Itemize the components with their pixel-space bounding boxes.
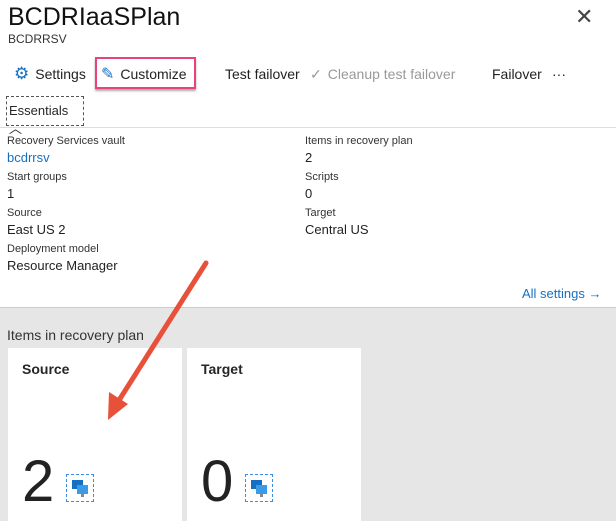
all-settings-link[interactable]: All settings → — [522, 286, 601, 301]
page-title: BCDRIaaSPlan — [8, 3, 181, 31]
target-tile[interactable]: Target 0 — [187, 348, 361, 528]
failover-label: Failover — [492, 66, 542, 82]
customize-label: Customize — [120, 66, 187, 82]
failover-button[interactable]: Failover — [492, 64, 542, 84]
field-label: Items in recovery plan — [305, 135, 413, 147]
cleanup-label: Cleanup test failover — [327, 66, 456, 82]
customize-button[interactable]: ✎ Customize — [101, 64, 187, 84]
virtual-machine-icon — [245, 474, 273, 502]
tile-title: Source — [22, 361, 70, 377]
cleanup-test-failover-button[interactable]: ✓ Cleanup test failover — [310, 64, 455, 84]
chevron-up-icon: ︿ — [9, 121, 23, 136]
section-heading: Items in recovery plan — [7, 327, 144, 343]
field-value: 1 — [7, 186, 15, 201]
test-failover-label: Test failover — [225, 66, 300, 82]
field-label: Deployment model — [7, 243, 99, 255]
field-label: Scripts — [305, 171, 339, 183]
vault-link[interactable]: bcdrrsv — [7, 150, 50, 165]
field-value: Resource Manager — [7, 258, 118, 273]
tile-count: 0 — [201, 449, 234, 514]
field-label: Target — [305, 207, 336, 219]
settings-button[interactable]: ⚙ Settings — [14, 64, 86, 84]
pencil-icon: ✎ — [101, 66, 115, 83]
gear-icon: ⚙ — [14, 64, 30, 83]
field-label: Source — [7, 207, 42, 219]
virtual-machine-icon — [66, 474, 94, 502]
settings-label: Settings — [35, 66, 86, 82]
check-icon: ✓ — [310, 65, 322, 82]
page-subtitle: BCDRRSV — [8, 32, 67, 46]
test-failover-button[interactable]: Test failover — [225, 64, 300, 84]
tile-count: 2 — [22, 449, 55, 514]
divider — [0, 127, 616, 128]
tile-title: Target — [201, 361, 243, 377]
source-tile[interactable]: Source 2 — [8, 348, 182, 528]
field-label: Start groups — [7, 171, 67, 183]
field-label: Recovery Services vault — [7, 135, 125, 147]
essentials-toggle[interactable]: Essentials ︿ — [6, 96, 84, 136]
field-value: 0 — [305, 186, 313, 201]
essentials-label: Essentials — [9, 103, 69, 118]
more-button[interactable]: ··· — [552, 64, 566, 84]
field-value: 2 — [305, 150, 313, 165]
close-icon[interactable]: ✕ — [575, 4, 593, 30]
field-value: Central US — [305, 222, 369, 237]
field-value: East US 2 — [7, 222, 66, 237]
